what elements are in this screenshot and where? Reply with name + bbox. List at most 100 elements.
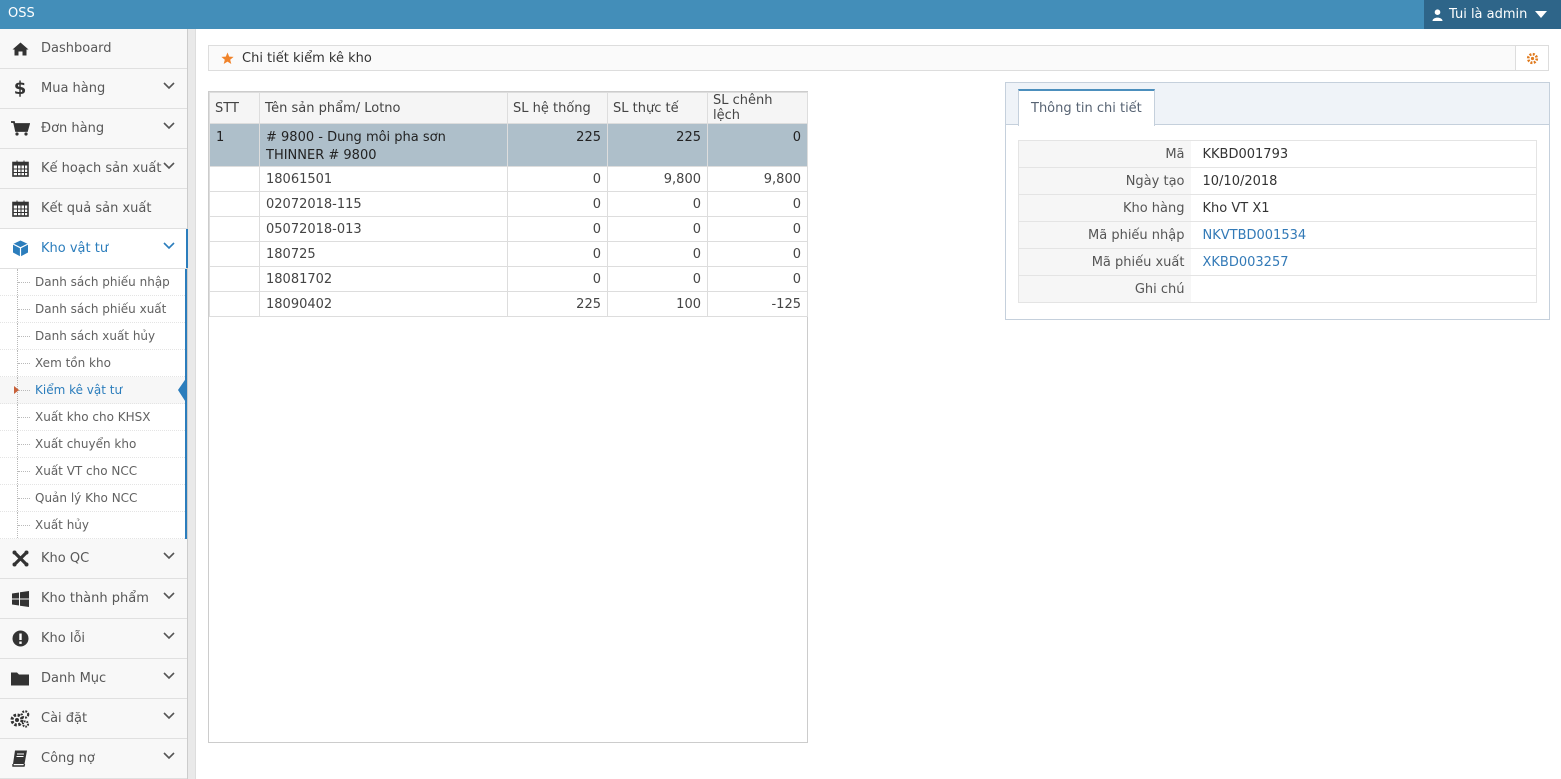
table-row[interactable]: 05072018-013 0 0 0 bbox=[209, 216, 808, 242]
info-label: Ngày tạo bbox=[1018, 167, 1191, 195]
cell-system-qty: 0 bbox=[507, 166, 608, 192]
sidebar-item-material-warehouse[interactable]: Kho vật tư bbox=[0, 229, 188, 269]
cell-system-qty: 225 bbox=[507, 291, 608, 317]
detail-info-table: Mã KKBD001793 Ngày tạo 10/10/2018 Kho hà… bbox=[1018, 140, 1537, 303]
home-icon bbox=[10, 39, 30, 59]
chevron-down-icon bbox=[163, 122, 175, 130]
import-slip-link[interactable]: NKVTBD001534 bbox=[1190, 221, 1537, 249]
exclamation-icon bbox=[10, 629, 30, 649]
info-row-note: Ghi chú bbox=[1018, 275, 1537, 303]
cart-icon bbox=[10, 119, 30, 139]
sidebar-item-orders[interactable]: Đơn hàng bbox=[0, 109, 187, 149]
cell-actual-qty: 0 bbox=[607, 191, 708, 217]
user-menu[interactable]: Tui là admin bbox=[1424, 0, 1561, 29]
cell-lotno: 05072018-013 bbox=[259, 216, 508, 242]
cogs-icon bbox=[10, 709, 30, 729]
sidebar: Dashboard $ Mua hàng Đơn hàng Kế hoạch s… bbox=[0, 29, 188, 779]
submenu-item-transfer[interactable]: Xuất chuyển kho bbox=[0, 431, 185, 458]
submenu-item-label: Quản lý Kho NCC bbox=[35, 491, 138, 505]
sidebar-item-defect-warehouse[interactable]: Kho lỗi bbox=[0, 619, 187, 659]
sidebar-item-qc-warehouse[interactable]: Kho QC bbox=[0, 539, 187, 579]
sidebar-item-categories[interactable]: Danh Mục bbox=[0, 659, 187, 699]
submenu-item-label: Danh sách phiếu nhập bbox=[35, 275, 170, 289]
sidebar-item-finished-goods[interactable]: Kho thành phẩm bbox=[0, 579, 187, 619]
sidebar-collapse-gutter[interactable] bbox=[188, 29, 196, 779]
tab-detail-info[interactable]: Thông tin chi tiết bbox=[1018, 89, 1155, 126]
submenu-item-export-list[interactable]: Danh sách phiếu xuất bbox=[0, 296, 185, 323]
submenu-item-export-production[interactable]: Xuất kho cho KHSX bbox=[0, 404, 185, 431]
sidebar-item-dashboard[interactable]: Dashboard bbox=[0, 29, 187, 69]
sidebar-item-settings[interactable]: Cài đặt bbox=[0, 699, 187, 739]
column-header-actual-qty[interactable]: SL thực tế bbox=[607, 92, 708, 124]
info-row-export-slip: Mã phiếu xuất XKBD003257 bbox=[1018, 248, 1537, 276]
table-row[interactable]: 18061501 0 9,800 9,800 bbox=[209, 166, 808, 192]
submenu-item-disposal[interactable]: Xuất hủy bbox=[0, 512, 185, 539]
submenu-item-label: Xuất VT cho NCC bbox=[35, 464, 138, 478]
table-row[interactable]: 180725 0 0 0 bbox=[209, 241, 808, 267]
cell-lotno: 18081702 bbox=[259, 266, 508, 292]
column-header-product[interactable]: Tên sản phẩm/ Lotno bbox=[259, 92, 508, 124]
gear-icon bbox=[1526, 52, 1538, 64]
cell-product-name: # 9800 - Dung môi pha sơn THINNER # 9800 bbox=[259, 123, 508, 167]
submenu-item-supplier-warehouse[interactable]: Quản lý Kho NCC bbox=[0, 485, 185, 512]
top-navbar: OSS Tui là admin bbox=[0, 0, 1561, 29]
cell-actual-qty: 0 bbox=[607, 266, 708, 292]
sidebar-item-purchasing[interactable]: $ Mua hàng bbox=[0, 69, 187, 109]
info-label: Ghi chú bbox=[1018, 275, 1191, 303]
sidebar-item-label: Kết quả sản xuất bbox=[41, 201, 152, 216]
chevron-down-icon bbox=[163, 162, 175, 170]
sidebar-item-label: Kho thành phẩm bbox=[41, 591, 149, 606]
table-row[interactable]: 18090402 225 100 -125 bbox=[209, 291, 808, 317]
cell-actual-qty: 0 bbox=[607, 216, 708, 242]
column-header-diff-qty[interactable]: SL chênh lệch bbox=[707, 92, 808, 124]
cell-lotno: 18061501 bbox=[259, 166, 508, 192]
sidebar-item-production-result[interactable]: Kết quả sản xuất bbox=[0, 189, 187, 229]
calendar-icon bbox=[10, 159, 30, 179]
star-icon bbox=[221, 52, 234, 64]
cell-lotno: 180725 bbox=[259, 241, 508, 267]
cell-stt bbox=[209, 241, 260, 267]
submenu-item-export-supplier[interactable]: Xuất VT cho NCC bbox=[0, 458, 185, 485]
submenu-item-inventory-check[interactable]: Kiểm kê vật tư bbox=[0, 377, 187, 404]
export-slip-link[interactable]: XKBD003257 bbox=[1190, 248, 1537, 276]
calendar-icon bbox=[10, 199, 30, 219]
cell-system-qty: 0 bbox=[507, 241, 608, 267]
cell-diff-qty: -125 bbox=[707, 291, 808, 317]
submenu-item-label: Xem tồn kho bbox=[35, 356, 111, 370]
cell-system-qty: 0 bbox=[507, 266, 608, 292]
cell-actual-qty: 100 bbox=[607, 291, 708, 317]
table-group-row[interactable]: 1 # 9800 - Dung môi pha sơn THINNER # 98… bbox=[209, 123, 808, 167]
brand-logo[interactable]: OSS bbox=[8, 6, 35, 21]
sidebar-item-label: Đơn hàng bbox=[41, 121, 105, 136]
table-row[interactable]: 02072018-115 0 0 0 bbox=[209, 191, 808, 217]
info-label: Mã phiếu nhập bbox=[1018, 221, 1191, 249]
table-row[interactable]: 18081702 0 0 0 bbox=[209, 266, 808, 292]
column-header-system-qty[interactable]: SL hệ thống bbox=[507, 92, 608, 124]
submenu-item-view-stock[interactable]: Xem tồn kho bbox=[0, 350, 185, 377]
column-header-stt[interactable]: STT bbox=[209, 92, 260, 124]
cell-diff-qty: 9,800 bbox=[707, 166, 808, 192]
submenu-item-disposal-list[interactable]: Danh sách xuất hủy bbox=[0, 323, 185, 350]
chevron-down-icon bbox=[163, 592, 175, 600]
sidebar-item-debts[interactable]: Công nợ bbox=[0, 739, 187, 779]
submenu-item-import-list[interactable]: Danh sách phiếu nhập bbox=[0, 269, 185, 296]
cube-icon bbox=[10, 239, 30, 259]
sidebar-item-label: Mua hàng bbox=[41, 81, 106, 96]
info-label: Mã bbox=[1018, 140, 1191, 168]
sidebar-item-label: Công nợ bbox=[41, 751, 95, 766]
caret-down-icon bbox=[1535, 11, 1548, 18]
chevron-down-icon bbox=[163, 632, 175, 640]
settings-button[interactable] bbox=[1515, 45, 1549, 71]
detail-tabbar: Thông tin chi tiết bbox=[1006, 83, 1549, 126]
cell-diff-qty: 0 bbox=[707, 241, 808, 267]
folder-icon bbox=[10, 669, 30, 689]
user-name: Tui là admin bbox=[1449, 7, 1528, 22]
table-header-row: STT Tên sản phẩm/ Lotno SL hệ thống SL t… bbox=[209, 92, 808, 124]
chevron-down-icon bbox=[163, 82, 175, 90]
submenu-item-label: Xuất kho cho KHSX bbox=[35, 410, 151, 424]
material-warehouse-submenu: Danh sách phiếu nhập Danh sách phiếu xuấ… bbox=[0, 269, 187, 539]
cell-system-qty: 0 bbox=[507, 216, 608, 242]
info-row-warehouse: Kho hàng Kho VT X1 bbox=[1018, 194, 1537, 222]
active-arrow-indicator bbox=[178, 377, 187, 404]
sidebar-item-production-plan[interactable]: Kế hoạch sản xuất bbox=[0, 149, 187, 189]
